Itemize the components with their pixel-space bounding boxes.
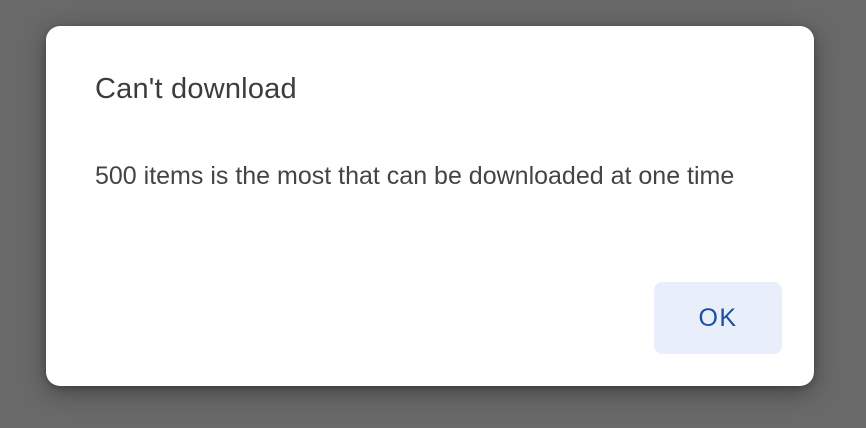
alert-dialog: Can't download 500 items is the most tha… — [46, 26, 814, 386]
ok-button[interactable]: OK — [654, 282, 782, 354]
dialog-title: Can't download — [95, 73, 297, 105]
dialog-message: 500 items is the most that can be downlo… — [95, 162, 735, 190]
